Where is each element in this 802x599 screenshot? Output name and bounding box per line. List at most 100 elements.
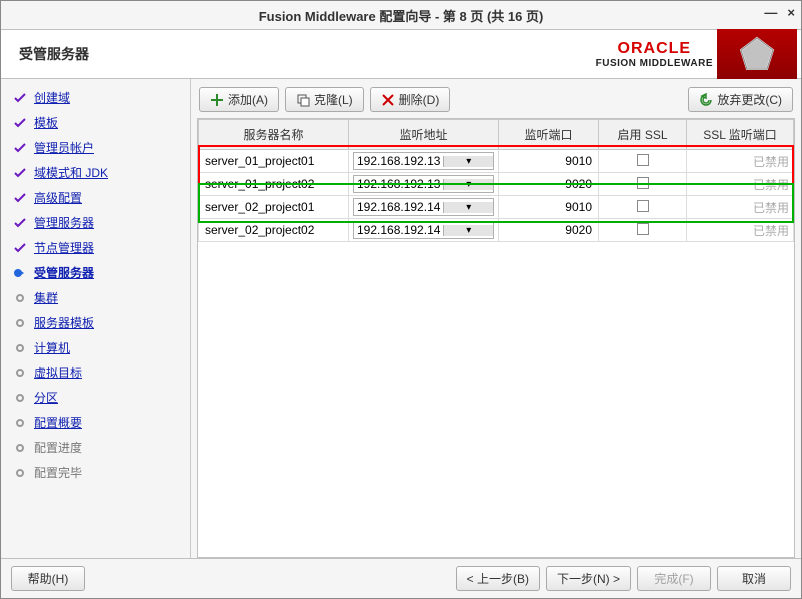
sidebar-item-label: 模板: [34, 114, 58, 131]
listen-address-combo[interactable]: 192.168.192.13▾: [353, 175, 494, 193]
sidebar-item-8[interactable]: 集群: [1, 285, 190, 310]
listen-address-value: 192.168.192.14: [354, 200, 443, 214]
sidebar-item-13[interactable]: 配置概要: [1, 410, 190, 435]
ssl-listen-port-cell: 已禁用: [687, 150, 794, 173]
sidebar-item-4[interactable]: 高级配置: [1, 185, 190, 210]
ssl-listen-port-cell: 已禁用: [687, 173, 794, 196]
sidebar-item-label: 受管服务器: [34, 264, 94, 281]
bullet-icon: [13, 416, 27, 430]
plus-icon: [210, 93, 224, 107]
enable-ssl-checkbox[interactable]: [637, 177, 649, 189]
check-icon: [13, 166, 27, 180]
table-row[interactable]: 192.168.192.13▾ 9010 已禁用: [199, 150, 794, 173]
sidebar-item-10[interactable]: 计算机: [1, 335, 190, 360]
listen-address-combo[interactable]: 192.168.192.14▾: [353, 221, 494, 239]
sidebar-item-6[interactable]: 节点管理器: [1, 235, 190, 260]
check-icon: [13, 191, 27, 205]
ssl-listen-port-cell: 已禁用: [687, 219, 794, 242]
sidebar-item-label: 节点管理器: [34, 239, 94, 256]
table-row[interactable]: 192.168.192.14▾ 9020 已禁用: [199, 219, 794, 242]
server-table-container: 服务器名称 监听地址 监听端口 启用 SSL SSL 监听端口 192.168.…: [197, 118, 795, 558]
help-button[interactable]: 帮助(H): [11, 566, 85, 591]
listen-port-cell[interactable]: 9010: [499, 150, 599, 173]
chevron-down-icon: ▾: [443, 202, 493, 213]
sidebar-item-label: 管理服务器: [34, 214, 94, 231]
page-title: 受管服务器: [1, 44, 89, 64]
sidebar-item-1[interactable]: 模板: [1, 110, 190, 135]
sidebar-item-11[interactable]: 虚拟目标: [1, 360, 190, 385]
listen-address-value: 192.168.192.14: [354, 223, 443, 237]
server-table: 服务器名称 监听地址 监听端口 启用 SSL SSL 监听端口 192.168.…: [198, 119, 794, 242]
sidebar-item-label: 分区: [34, 389, 58, 406]
footer-buttons: 帮助(H) < 上一步(B) 下一步(N) > 完成(F) 取消: [1, 558, 801, 598]
bullet-icon: [13, 341, 27, 355]
oracle-logo-block: ORACLE FUSION MIDDLEWARE: [596, 40, 717, 69]
delete-button-label: 删除(D): [399, 91, 440, 108]
delete-button[interactable]: 删除(D): [370, 87, 451, 112]
server-name-input[interactable]: [203, 176, 344, 192]
listen-port-cell[interactable]: 9020: [499, 219, 599, 242]
sidebar-item-3[interactable]: 域模式和 JDK: [1, 160, 190, 185]
listen-address-value: 192.168.192.13: [354, 177, 443, 191]
chevron-down-icon: ▾: [443, 179, 493, 190]
server-name-input[interactable]: [203, 222, 344, 238]
sidebar-item-label: 高级配置: [34, 189, 82, 206]
discard-button-label: 放弃更改(C): [717, 91, 782, 108]
listen-port-cell[interactable]: 9020: [499, 173, 599, 196]
chevron-down-icon: ▾: [443, 225, 493, 236]
sidebar-item-label: 集群: [34, 289, 58, 306]
next-button[interactable]: 下一步(N) >: [546, 566, 631, 591]
main-panel: 添加(A) 克隆(L) 删除(D): [191, 79, 801, 558]
enable-ssl-checkbox[interactable]: [637, 154, 649, 166]
add-button[interactable]: 添加(A): [199, 87, 279, 112]
sidebar-item-label: 域模式和 JDK: [34, 164, 108, 181]
sidebar-item-15: 配置完毕: [1, 460, 190, 485]
finish-button[interactable]: 完成(F): [637, 566, 711, 591]
brand-badge: [717, 29, 797, 79]
bullet-icon: [13, 466, 27, 480]
enable-ssl-checkbox[interactable]: [637, 223, 649, 235]
cancel-button[interactable]: 取消: [717, 566, 791, 591]
col-server-name: 服务器名称: [199, 120, 349, 150]
x-icon: [381, 93, 395, 107]
enable-ssl-checkbox[interactable]: [637, 200, 649, 212]
listen-address-combo[interactable]: 192.168.192.14▾: [353, 198, 494, 216]
col-ssl-port: SSL 监听端口: [687, 120, 794, 150]
sidebar-item-2[interactable]: 管理员帐户: [1, 135, 190, 160]
listen-port-cell[interactable]: 9010: [499, 196, 599, 219]
undo-icon: [699, 93, 713, 107]
wizard-step-list: 创建域模板管理员帐户域模式和 JDK 高级配置管理服务器节点管理器受管服务器集群服…: [1, 79, 191, 558]
server-name-input[interactable]: [203, 153, 344, 169]
fusion-middleware-text: FUSION MIDDLEWARE: [596, 58, 713, 69]
sidebar-item-7[interactable]: 受管服务器: [1, 260, 190, 285]
sidebar-item-label: 计算机: [34, 339, 70, 356]
sidebar-item-0[interactable]: 创建域: [1, 85, 190, 110]
minimize-icon[interactable]: —: [764, 5, 777, 20]
bullet-icon: [13, 366, 27, 380]
sidebar-item-label: 配置进度: [34, 439, 82, 456]
close-icon[interactable]: ×: [787, 5, 795, 20]
check-icon: [13, 141, 27, 155]
bullet-icon: [13, 391, 27, 405]
sidebar-item-9[interactable]: 服务器模板: [1, 310, 190, 335]
check-icon: [13, 116, 27, 130]
clone-button[interactable]: 克隆(L): [285, 87, 364, 112]
window-title: Fusion Middleware 配置向导 - 第 8 页 (共 16 页): [259, 6, 544, 25]
discard-changes-button[interactable]: 放弃更改(C): [688, 87, 793, 112]
back-button[interactable]: < 上一步(B): [456, 566, 540, 591]
titlebar: Fusion Middleware 配置向导 - 第 8 页 (共 16 页) …: [1, 1, 801, 29]
table-row[interactable]: 192.168.192.13▾ 9020 已禁用: [199, 173, 794, 196]
banner: 受管服务器 ORACLE FUSION MIDDLEWARE: [1, 29, 801, 79]
sidebar-item-12[interactable]: 分区: [1, 385, 190, 410]
sidebar-item-label: 服务器模板: [34, 314, 94, 331]
sidebar-item-label: 管理员帐户: [34, 139, 94, 156]
chevron-down-icon: ▾: [443, 156, 493, 167]
sidebar-item-5[interactable]: 管理服务器: [1, 210, 190, 235]
col-listen-addr: 监听地址: [349, 120, 499, 150]
col-listen-port: 监听端口: [499, 120, 599, 150]
server-name-input[interactable]: [203, 199, 344, 215]
ssl-listen-port-cell: 已禁用: [687, 196, 794, 219]
listen-address-combo[interactable]: 192.168.192.13▾: [353, 152, 494, 170]
sidebar-item-14: 配置进度: [1, 435, 190, 460]
table-row[interactable]: 192.168.192.14▾ 9010 已禁用: [199, 196, 794, 219]
